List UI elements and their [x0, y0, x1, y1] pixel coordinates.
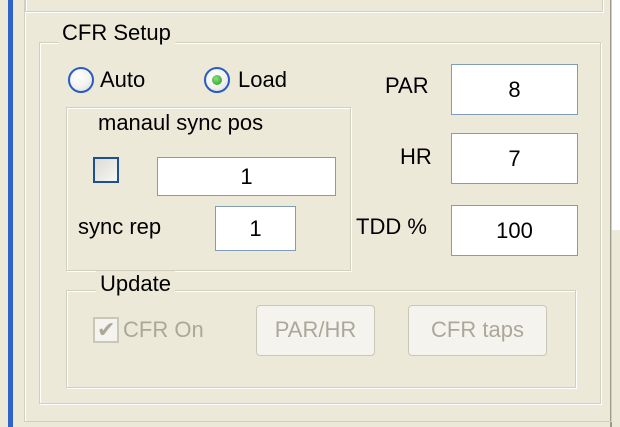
cfr-on-checkbox[interactable]: ✔ [93, 317, 119, 343]
update-title: Update [96, 271, 175, 297]
load-radio-label[interactable]: Load [238, 66, 287, 94]
sync-pos-input[interactable]: 1 [157, 157, 336, 196]
par-label: PAR [385, 73, 429, 98]
load-radio[interactable] [204, 67, 230, 93]
tdd-value: 100 [496, 217, 533, 243]
hr-label: HR [400, 144, 432, 169]
window-border [8, 0, 13, 427]
tdd-label: TDD % [356, 214, 427, 239]
manual-sync-checkbox[interactable] [93, 157, 119, 183]
auto-radio-label[interactable]: Auto [100, 66, 145, 94]
sync-rep-input[interactable]: 1 [215, 206, 296, 251]
auto-radio[interactable] [68, 67, 94, 93]
checkmark-icon: ✔ [97, 317, 116, 342]
sync-rep-label: sync rep [78, 214, 162, 239]
radio-selected-dot [212, 75, 222, 85]
tdd-input[interactable]: 100 [451, 205, 578, 256]
par-input[interactable]: 8 [451, 64, 578, 115]
manual-sync-title: manaul sync pos [98, 110, 264, 135]
cfr-taps-button[interactable]: CFR taps [408, 305, 547, 356]
hr-input[interactable]: 7 [451, 133, 578, 184]
par-hr-button[interactable]: PAR/HR [256, 305, 375, 356]
adjacent-panel-lower [612, 230, 620, 427]
par-value: 8 [508, 76, 521, 102]
cfr-setup-title: CFR Setup [58, 20, 175, 46]
sync-rep-value: 1 [249, 215, 262, 241]
cfr-on-label[interactable]: CFR On [123, 316, 204, 344]
sync-pos-value: 1 [240, 163, 253, 189]
hr-value: 7 [508, 145, 521, 171]
previous-group-box [25, 0, 603, 12]
